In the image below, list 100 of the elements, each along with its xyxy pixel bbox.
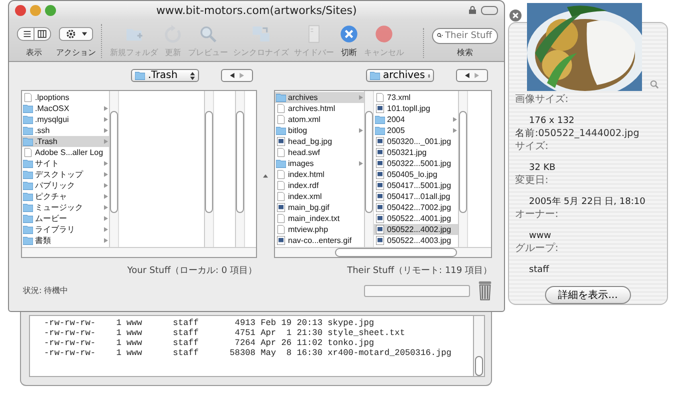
trash-icon[interactable]	[478, 280, 492, 301]
show-details-button[interactable]: 詳細を表示...	[545, 286, 631, 304]
gear-menu-icon[interactable]	[59, 26, 93, 41]
left-right-arrows-icon	[228, 72, 246, 80]
file-name: 書類	[35, 234, 52, 246]
file-listing-line: -rw-rw-rw- 1 www staff 7264 Apr 26 11:02 tonko.jpg	[44, 338, 376, 348]
path-popup[interactable]: .Trash	[131, 69, 199, 82]
scroll-bar[interactable]	[458, 90, 467, 247]
file-list-item[interactable]: 050522...4003.jpg	[374, 234, 458, 246]
file-listing-line: -rw-rw-rw- 1 www staff 58308 May 8 16:30 xr400-motard_2050316.jpg	[44, 348, 452, 358]
search-field[interactable]: Their Stuff	[432, 28, 498, 44]
file-list-item[interactable]: 書類	[22, 234, 109, 246]
file-list-item[interactable]: bitlog	[275, 124, 364, 136]
file-name: 050322...5001.jpg	[387, 158, 452, 168]
close-window-button[interactable]	[15, 4, 26, 16]
file-name: 050417...01all.jpg	[387, 192, 452, 201]
file-name: archives	[288, 92, 319, 102]
file-list-item[interactable]: Adobe S...aller Log	[22, 146, 109, 158]
minimize-button[interactable]	[30, 4, 41, 16]
zoom-button[interactable]	[45, 4, 56, 16]
view-toggle-icon[interactable]	[17, 26, 51, 41]
file-list-item[interactable]: 050320..._001.jpg	[374, 136, 458, 147]
updown-arrows-icon	[190, 72, 195, 80]
file-name: bitlog	[288, 126, 308, 135]
file-name: index.html	[288, 170, 326, 179]
file-list-item[interactable]: サイト	[22, 158, 109, 169]
file-list-item[interactable]: main_index.txt	[275, 212, 364, 224]
image-file-icon	[375, 104, 385, 113]
file-list-item[interactable]: main_bg.gif	[275, 202, 364, 213]
file-name: atom.xml	[288, 114, 322, 124]
file-name: 2005	[387, 126, 406, 135]
file-name: .MacOSX	[35, 104, 70, 113]
lock-icon	[469, 6, 476, 14]
file-list-item[interactable]: ムービー	[22, 212, 109, 224]
file-list-item[interactable]: パブリック	[22, 180, 109, 191]
file-name: 050405_lo.jpg	[387, 170, 438, 179]
file-name: .mysqlgui	[35, 114, 70, 124]
file-list-item[interactable]: 2005	[374, 124, 458, 136]
file-name: images	[288, 158, 315, 168]
file-list-item[interactable]: 050522...4002.jpg	[374, 224, 458, 235]
file-list-item[interactable]: 050422...7002.jpg	[374, 202, 458, 213]
file-listing-line: -rw-rw-rw- 1 www staff 4913 Feb 19 20:13 skype.jpg	[44, 318, 376, 328]
file-list-item[interactable]: 101.topll.jpg	[374, 102, 458, 114]
folder-icon	[276, 158, 286, 168]
toolbar-toggle-button[interactable]	[481, 6, 498, 15]
horizontal-scroll-bar[interactable]	[22, 246, 256, 257]
file-list-item[interactable]: 050321.jpg	[374, 146, 458, 158]
file-list-item[interactable]: nav-co...enters.gif	[275, 234, 364, 246]
scroll-bar[interactable]	[109, 90, 118, 247]
file-name: .Trash	[35, 136, 58, 146]
file-name: ミュージック	[35, 202, 84, 213]
file-list-item[interactable]: ライブラリ	[22, 224, 109, 235]
toolbar-label: 表示	[26, 46, 42, 58]
file-list-item[interactable]: head.swf	[275, 146, 364, 158]
back-forward-button[interactable]	[221, 69, 253, 82]
file-list-item[interactable]: 050417...5001.jpg	[374, 180, 458, 191]
scroll-bar[interactable]	[364, 90, 373, 247]
horizontal-scroll-bar[interactable]	[275, 246, 491, 257]
file-list-item[interactable]: index.xml	[275, 190, 364, 202]
zoom-icon[interactable]	[650, 80, 659, 89]
toolbar-label: シンクロナイズ	[233, 46, 289, 58]
magnifier-icon[interactable]	[198, 24, 218, 44]
file-list-item[interactable]: .ssh	[22, 124, 109, 136]
sync-icon[interactable]	[251, 24, 271, 44]
back-forward-button[interactable]	[456, 69, 488, 82]
close-circle-icon[interactable]	[339, 24, 359, 44]
stop-icon[interactable]	[374, 24, 394, 44]
file-list-item[interactable]: デスクトップ	[22, 168, 109, 180]
file-list-item[interactable]: head_bg.jpg	[275, 136, 364, 147]
file-list-item[interactable]: mtview.php	[275, 224, 364, 235]
file-name: index.rdf	[288, 180, 320, 190]
file-list-item[interactable]: 2004	[374, 114, 458, 125]
file-list-item[interactable]: images	[275, 158, 364, 169]
splitter-arrow-icon[interactable]	[263, 174, 268, 178]
file-list-item[interactable]: archives.html	[275, 102, 364, 114]
file-list-item[interactable]: atom.xml	[275, 114, 364, 125]
file-list-item[interactable]: ピクチャ	[22, 190, 109, 202]
file-list-item[interactable]: .lpoptions	[22, 92, 109, 103]
file-list-item[interactable]: archives	[275, 92, 364, 103]
file-list-item[interactable]: 050522...4001.jpg	[374, 212, 458, 224]
toolbar-label: 切断	[341, 46, 357, 58]
info-value: 176 x 132	[528, 115, 576, 127]
file-list-item[interactable]: .mysqlgui	[22, 114, 109, 125]
scroll-bar[interactable]	[204, 90, 213, 247]
file-list-item[interactable]: 050417...01all.jpg	[374, 190, 458, 202]
file-name: ムービー	[35, 212, 68, 224]
file-list-item[interactable]: index.html	[275, 168, 364, 180]
file-list-item[interactable]: 73.xml	[374, 92, 458, 103]
close-icon[interactable]	[509, 9, 522, 22]
file-list-item[interactable]: 050322...5001.jpg	[374, 158, 458, 169]
file-list-item[interactable]: 050405_lo.jpg	[374, 168, 458, 180]
file-list-item[interactable]: .Trash	[22, 136, 109, 147]
path-popup[interactable]: archives	[366, 69, 434, 82]
file-list-item[interactable]: index.rdf	[275, 180, 364, 191]
scroll-bar[interactable]	[474, 315, 485, 377]
scroll-bar[interactable]	[235, 90, 244, 247]
file-name: 050522...4003.jpg	[387, 236, 452, 245]
info-field: 名前:050522_1444002.jpg	[515, 127, 661, 140]
file-list-item[interactable]: ミュージック	[22, 202, 109, 213]
file-list-item[interactable]: .MacOSX	[22, 102, 109, 114]
